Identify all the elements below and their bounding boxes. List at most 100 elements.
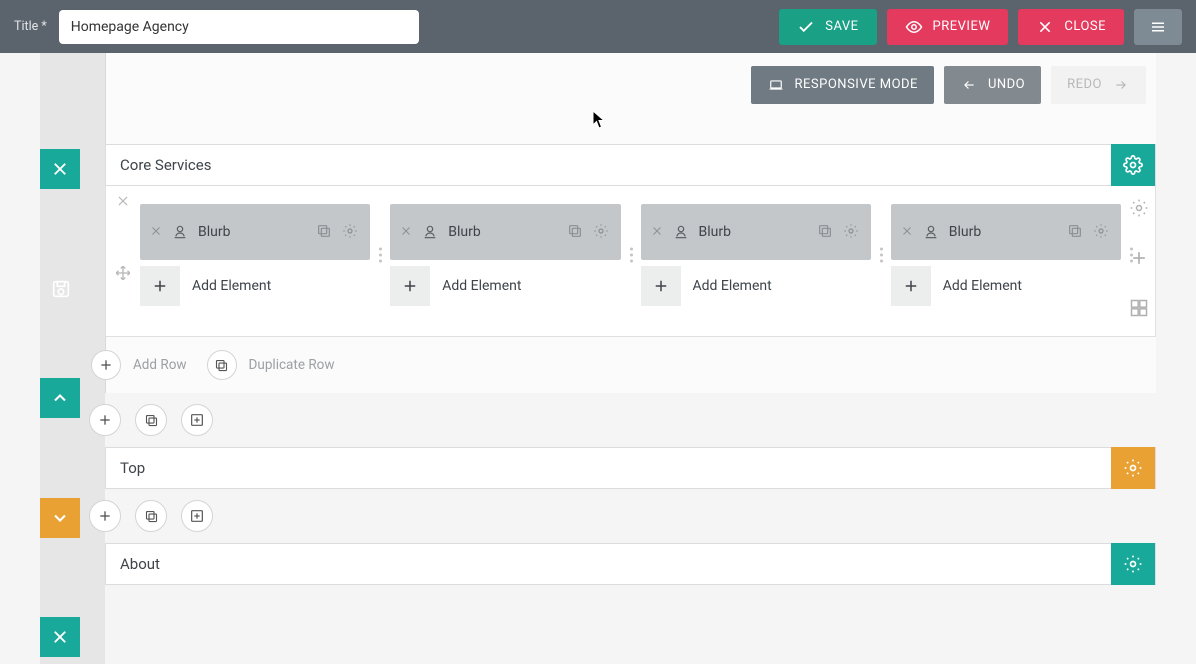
element-label: Blurb [949, 224, 1059, 240]
blurb-type-icon [422, 223, 440, 241]
redo-button: REDO [1051, 66, 1146, 104]
duplicate-row-label: Duplicate Row [249, 357, 335, 373]
section-settings-button[interactable] [1111, 447, 1155, 489]
blurb-type-icon [923, 223, 941, 241]
responsive-mode-button[interactable]: RESPONSIVE MODE [751, 66, 934, 104]
row-layout-icon[interactable] [1129, 298, 1151, 320]
blurb-element[interactable]: Blurb [390, 204, 620, 260]
add-element-label: Add Element [442, 278, 521, 294]
row-footer: Add Row Duplicate Row [105, 337, 1156, 393]
add-row-label: Add Row [133, 357, 187, 373]
section-collapse-about[interactable] [40, 617, 80, 657]
add-section-button[interactable] [89, 404, 121, 436]
section-settings-button[interactable] [1111, 144, 1155, 186]
duplicate-section-button[interactable] [135, 500, 167, 532]
import-section-button[interactable] [181, 500, 213, 532]
element-settings-icon[interactable] [593, 223, 611, 241]
add-row-button[interactable] [91, 350, 121, 380]
section-actions [105, 393, 1156, 447]
duplicate-row-button[interactable] [207, 350, 237, 380]
blurb-element[interactable]: Blurb [641, 204, 871, 260]
section-title: Core Services [106, 156, 1111, 174]
row-body: Blurb Add Element Blurb [105, 186, 1156, 337]
section-header-top[interactable]: Top [105, 447, 1156, 489]
add-element-label: Add Element [693, 278, 772, 294]
device-icon [767, 76, 785, 94]
element-remove-icon[interactable] [901, 225, 915, 239]
section-title: About [106, 555, 1111, 573]
element-duplicate-icon[interactable] [1067, 223, 1085, 241]
undo-button[interactable]: UNDO [944, 66, 1041, 104]
page-gutter-left [0, 53, 40, 664]
element-remove-icon[interactable] [150, 225, 164, 239]
section-collapse-up[interactable] [40, 378, 80, 418]
element-remove-icon[interactable] [651, 225, 665, 239]
row-settings-icon[interactable] [1129, 198, 1151, 220]
column-1: Blurb Add Element [140, 204, 370, 306]
add-section-button[interactable] [89, 500, 121, 532]
add-element-button[interactable]: Add Element [891, 266, 1121, 306]
section-settings-button[interactable] [1111, 543, 1155, 585]
add-element-button[interactable]: Add Element [641, 266, 871, 306]
column-resize-handle[interactable] [630, 248, 633, 263]
element-label: Blurb [448, 224, 558, 240]
section-header-core-services[interactable]: Core Services [105, 144, 1156, 186]
menu-button[interactable] [1134, 9, 1182, 45]
plus-icon [641, 266, 681, 306]
arrow-left-icon [960, 76, 978, 94]
add-element-label: Add Element [943, 278, 1022, 294]
save-button[interactable]: SAVE [779, 9, 876, 45]
blurb-type-icon [172, 223, 190, 241]
close-label: CLOSE [1064, 19, 1106, 34]
eye-icon [905, 18, 923, 36]
element-settings-icon[interactable] [1093, 223, 1111, 241]
title-label: Title * [14, 19, 47, 34]
section-actions [105, 489, 1156, 543]
top-bar: Title * SAVE PREVIEW CLOSE [0, 0, 1196, 53]
column-4: Blurb Add Element [891, 204, 1121, 306]
element-settings-icon[interactable] [843, 223, 861, 241]
plus-icon [140, 266, 180, 306]
title-input[interactable] [59, 10, 419, 44]
column-resize-handle[interactable] [379, 248, 382, 263]
element-duplicate-icon[interactable] [567, 223, 585, 241]
plus-icon [891, 266, 931, 306]
preview-label: PREVIEW [933, 19, 991, 34]
row-move-icon[interactable] [114, 264, 134, 284]
save-label: SAVE [825, 19, 858, 34]
column-3: Blurb Add Element [641, 204, 871, 306]
column-2: Blurb Add Element [390, 204, 620, 306]
arrow-right-icon [1112, 76, 1130, 94]
redo-label: REDO [1067, 77, 1102, 92]
blurb-type-icon [673, 223, 691, 241]
column-resize-handle[interactable] [1130, 248, 1133, 263]
section-header-about[interactable]: About [105, 543, 1156, 585]
columns: Blurb Add Element Blurb [140, 204, 1121, 306]
canvas-toolbar: RESPONSIVE MODE UNDO REDO [105, 53, 1156, 116]
element-remove-icon[interactable] [400, 225, 414, 239]
row-close-icon[interactable] [116, 194, 134, 212]
close-icon [1036, 18, 1054, 36]
element-duplicate-icon[interactable] [316, 223, 334, 241]
element-label: Blurb [699, 224, 809, 240]
section-expand-top[interactable] [40, 498, 80, 538]
element-duplicate-icon[interactable] [817, 223, 835, 241]
check-icon [797, 18, 815, 36]
plus-icon [390, 266, 430, 306]
add-element-button[interactable]: Add Element [390, 266, 620, 306]
blurb-element[interactable]: Blurb [891, 204, 1121, 260]
element-settings-icon[interactable] [342, 223, 360, 241]
duplicate-section-button[interactable] [135, 404, 167, 436]
column-resize-handle[interactable] [880, 248, 883, 263]
section-collapse-core[interactable] [40, 149, 80, 189]
responsive-label: RESPONSIVE MODE [795, 77, 918, 92]
save-layout-icon[interactable] [50, 278, 74, 302]
element-label: Blurb [198, 224, 308, 240]
import-section-button[interactable] [181, 404, 213, 436]
hamburger-icon [1149, 18, 1167, 36]
blurb-element[interactable]: Blurb [140, 204, 370, 260]
add-element-label: Add Element [192, 278, 271, 294]
add-element-button[interactable]: Add Element [140, 266, 370, 306]
close-button[interactable]: CLOSE [1018, 9, 1124, 45]
preview-button[interactable]: PREVIEW [887, 9, 1009, 45]
